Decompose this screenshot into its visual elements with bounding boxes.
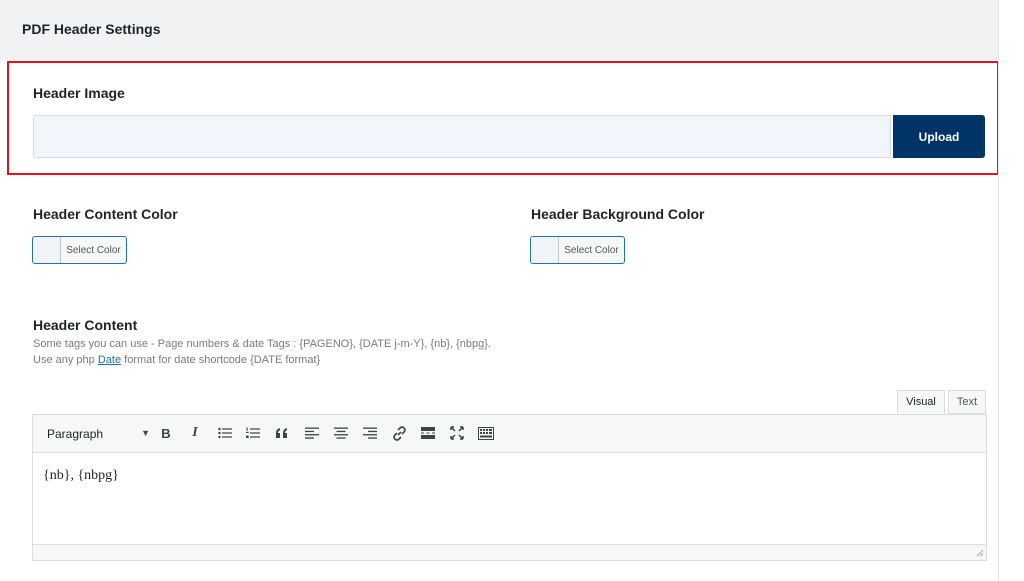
blockquote-icon[interactable]	[273, 424, 291, 442]
section-title: PDF Header Settings	[22, 21, 161, 37]
settings-page: PDF Header Settings Header Image Upload …	[0, 0, 999, 581]
toolbar-toggle-icon[interactable]	[477, 424, 495, 442]
chevron-down-icon: ▼	[141, 428, 150, 438]
align-center-icon[interactable]	[332, 424, 350, 442]
editor-statusbar	[33, 544, 986, 560]
header-content-label: Header Content	[33, 317, 138, 333]
section-header: PDF Header Settings	[0, 0, 998, 60]
color-swatch	[531, 237, 559, 263]
align-left-icon[interactable]	[303, 424, 321, 442]
link-icon[interactable]	[390, 424, 408, 442]
header-background-color-label: Header Background Color	[531, 206, 705, 222]
select-color-label: Select Color	[564, 244, 619, 256]
tab-visual[interactable]: Visual	[897, 390, 945, 414]
format-select[interactable]: Paragraph ▼	[40, 423, 152, 445]
header-content-date-note: Use any php Date format for date shortco…	[33, 354, 320, 366]
header-content-color-picker[interactable]: Select Color	[32, 236, 127, 264]
right-gutter	[998, 0, 1024, 581]
bold-icon[interactable]: B	[157, 424, 175, 442]
tab-text[interactable]: Text	[948, 390, 986, 414]
read-more-icon[interactable]	[419, 424, 437, 442]
header-content-color-label: Header Content Color	[33, 206, 178, 222]
resize-handle-icon[interactable]	[976, 549, 984, 559]
color-swatch	[33, 237, 61, 263]
header-image-label: Header Image	[33, 85, 125, 101]
date-note-prefix: Use any php	[33, 354, 98, 366]
format-select-value: Paragraph	[47, 427, 104, 441]
fullscreen-icon[interactable]	[448, 424, 466, 442]
select-color-label: Select Color	[66, 244, 121, 256]
editor-toolbar: Paragraph ▼ B I	[33, 415, 986, 453]
align-right-icon[interactable]	[361, 424, 379, 442]
header-background-color-picker[interactable]: Select Color	[530, 236, 625, 264]
upload-button[interactable]: Upload	[893, 115, 985, 158]
numbered-list-icon[interactable]	[244, 424, 262, 442]
php-date-link[interactable]: Date	[98, 354, 121, 366]
header-content-description: Some tags you can use - Page numbers & d…	[33, 338, 491, 350]
editor-content-area[interactable]: {nb}, {nbpg}	[33, 454, 986, 544]
header-image-input[interactable]	[33, 115, 891, 158]
bullet-list-icon[interactable]	[216, 424, 234, 442]
italic-icon[interactable]: I	[186, 424, 204, 442]
header-content-editor: Paragraph ▼ B I {nb}, {nbpg}	[32, 414, 987, 561]
date-note-suffix: format for date shortcode {DATE format}	[121, 354, 321, 366]
